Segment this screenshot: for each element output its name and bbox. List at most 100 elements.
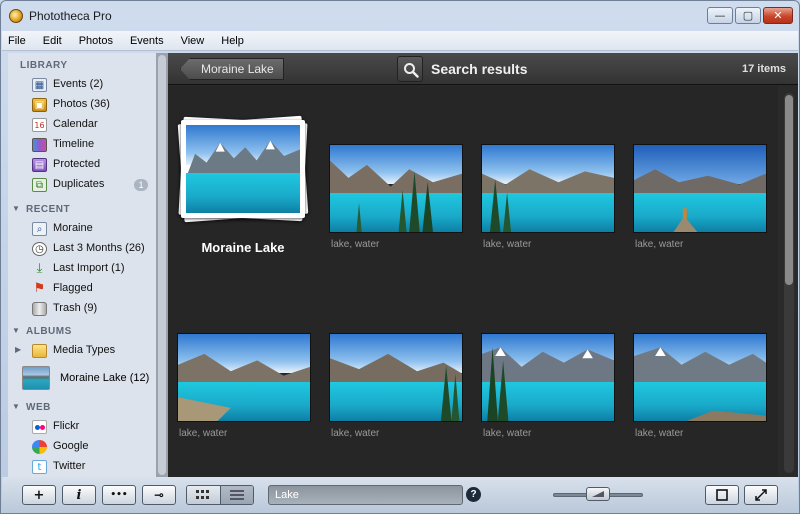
timeline-icon bbox=[32, 138, 47, 152]
sidebar-item-events[interactable]: ▦ Events (2) bbox=[8, 75, 156, 95]
grid-scrollbar[interactable] bbox=[784, 93, 794, 473]
sidebar-item-flagged[interactable]: ⚑ Flagged bbox=[8, 279, 156, 299]
menu-file[interactable]: File bbox=[8, 35, 26, 47]
menu-view[interactable]: View bbox=[181, 35, 205, 47]
recent-header-label: RECENT bbox=[26, 204, 71, 215]
duplicates-icon: ⧉ bbox=[32, 178, 47, 192]
page-title: Search results bbox=[431, 61, 528, 77]
add-button[interactable]: + bbox=[22, 485, 56, 505]
menu-events[interactable]: Events bbox=[130, 35, 164, 47]
info-button[interactable]: i bbox=[62, 485, 96, 505]
grid-view-button[interactable] bbox=[187, 486, 221, 504]
sidebar-item-label: Twitter bbox=[53, 460, 86, 472]
zoom-slider-thumb[interactable] bbox=[586, 487, 610, 501]
calendar-icon: 16 bbox=[32, 118, 47, 132]
sidebar-item-label: Google bbox=[53, 440, 89, 452]
sidebar-item-label: Media Types bbox=[53, 344, 116, 356]
photo-tile[interactable]: lake, water bbox=[633, 333, 767, 439]
photo-thumbnail bbox=[481, 144, 615, 233]
sidebar-item-last-3-months[interactable]: ◷ Last 3 Months (26) bbox=[8, 239, 156, 259]
list-view-icon bbox=[229, 490, 244, 500]
photo-tile[interactable]: lake, water bbox=[633, 144, 767, 250]
albums-section-header[interactable]: ▼ ALBUMS bbox=[8, 323, 156, 341]
folder-icon bbox=[32, 344, 47, 358]
protected-icon: ▤ bbox=[32, 158, 47, 172]
app-window: Phototheca Pro — ▢ ✕ File Edit Photos Ev… bbox=[0, 0, 800, 514]
sidebar-item-timeline[interactable]: Timeline bbox=[8, 135, 156, 155]
back-button[interactable]: Moraine Lake bbox=[180, 58, 284, 80]
menu-bar: File Edit Photos Events View Help bbox=[2, 31, 798, 51]
menu-help[interactable]: Help bbox=[221, 35, 244, 47]
single-view-button[interactable] bbox=[705, 485, 739, 505]
view-mode-toggle bbox=[186, 485, 254, 505]
library-section-header[interactable]: LIBRARY bbox=[8, 57, 156, 75]
search-icon[interactable] bbox=[397, 56, 423, 82]
recent-section-header[interactable]: ▼ RECENT bbox=[8, 201, 156, 219]
album-thumbnail bbox=[22, 366, 50, 390]
sidebar-item-protected[interactable]: ▤ Protected bbox=[8, 155, 156, 175]
sidebar-item-last-import[interactable]: ⤓ Last Import (1) bbox=[8, 259, 156, 279]
photo-tile[interactable]: lake, water bbox=[329, 333, 463, 439]
sidebar-item-moraine[interactable]: ⌕ Moraine bbox=[8, 219, 156, 239]
album-cover-photo bbox=[186, 125, 300, 213]
key-button[interactable]: ⊸ bbox=[142, 485, 176, 505]
menu-photos[interactable]: Photos bbox=[79, 35, 113, 47]
sidebar-item-media-types[interactable]: ▶ Media Types bbox=[8, 341, 156, 361]
sidebar-item-moraine-lake[interactable]: Moraine Lake (12) bbox=[8, 364, 156, 392]
photo-tile[interactable]: lake, water bbox=[177, 333, 311, 439]
collapse-triangle-icon: ▼ bbox=[12, 204, 21, 213]
grid-scroll-thumb[interactable] bbox=[785, 95, 793, 285]
photo-caption: lake, water bbox=[331, 428, 380, 439]
single-view-icon bbox=[716, 489, 728, 501]
web-section-header[interactable]: ▼ WEB bbox=[8, 399, 156, 417]
expand-triangle-icon[interactable]: ▶ bbox=[15, 345, 21, 354]
sidebar-item-label: Calendar bbox=[53, 118, 98, 130]
photo-thumbnail bbox=[329, 144, 463, 233]
help-button[interactable]: ? bbox=[466, 487, 481, 502]
photo-thumbnail bbox=[481, 333, 615, 422]
menu-edit[interactable]: Edit bbox=[43, 35, 62, 47]
sidebar-scroll-thumb[interactable] bbox=[158, 55, 166, 475]
photo-caption: lake, water bbox=[179, 428, 228, 439]
photos-icon: ▣ bbox=[32, 98, 47, 112]
sidebar-item-label: Moraine bbox=[53, 222, 93, 234]
photo-caption: lake, water bbox=[635, 239, 684, 250]
album-stack[interactable] bbox=[177, 115, 309, 224]
sidebar-scrollbar[interactable] bbox=[156, 53, 168, 477]
minimize-button[interactable]: — bbox=[707, 7, 733, 24]
photo-thumbnail bbox=[329, 333, 463, 422]
sidebar-item-google[interactable]: Google bbox=[8, 437, 156, 457]
sidebar-item-label: Flickr bbox=[53, 420, 80, 432]
photo-caption: lake, water bbox=[331, 239, 380, 250]
sidebar-item-label: Moraine Lake (12) bbox=[60, 372, 150, 384]
album-title: Moraine Lake bbox=[201, 240, 285, 255]
app-logo-icon bbox=[9, 9, 23, 23]
photo-tile[interactable]: lake, water bbox=[481, 333, 615, 439]
flickr-icon bbox=[32, 420, 47, 434]
sidebar-item-label: Protected bbox=[53, 158, 101, 170]
fullscreen-button[interactable] bbox=[744, 485, 778, 505]
sidebar-item-label: Timeline bbox=[53, 138, 95, 150]
search-icon: ⌕ bbox=[32, 222, 47, 236]
photo-tile[interactable]: lake, water bbox=[481, 144, 615, 250]
sidebar-item-label: Events (2) bbox=[53, 78, 104, 90]
main-header-bar: Moraine Lake Search results 17 items bbox=[168, 53, 798, 85]
title-bar[interactable]: Phototheca Pro — ▢ ✕ bbox=[1, 1, 799, 31]
close-button[interactable]: ✕ bbox=[763, 7, 793, 24]
photo-caption: lake, water bbox=[635, 428, 684, 439]
list-view-button[interactable] bbox=[220, 486, 253, 504]
photo-caption: lake, water bbox=[483, 428, 532, 439]
sidebar-item-flickr[interactable]: Flickr bbox=[8, 417, 156, 437]
sidebar-item-label: Flagged bbox=[53, 282, 93, 294]
grid-view-icon bbox=[196, 490, 210, 499]
sidebar-item-trash[interactable]: Trash (9) bbox=[8, 299, 156, 319]
search-input[interactable]: Lake bbox=[268, 485, 463, 505]
more-options-button[interactable]: ••• bbox=[102, 485, 136, 505]
sidebar-item-calendar[interactable]: 16 Calendar bbox=[8, 115, 156, 135]
photo-tile[interactable]: lake, water bbox=[329, 144, 463, 250]
bottom-toolbar: + i ••• ⊸ Lake ? bbox=[2, 477, 798, 513]
maximize-button[interactable]: ▢ bbox=[735, 7, 761, 24]
sidebar-item-twitter[interactable]: t Twitter bbox=[8, 457, 156, 477]
sidebar-item-duplicates[interactable]: ⧉ Duplicates 1 bbox=[8, 175, 156, 195]
sidebar-item-photos[interactable]: ▣ Photos (36) bbox=[8, 95, 156, 115]
